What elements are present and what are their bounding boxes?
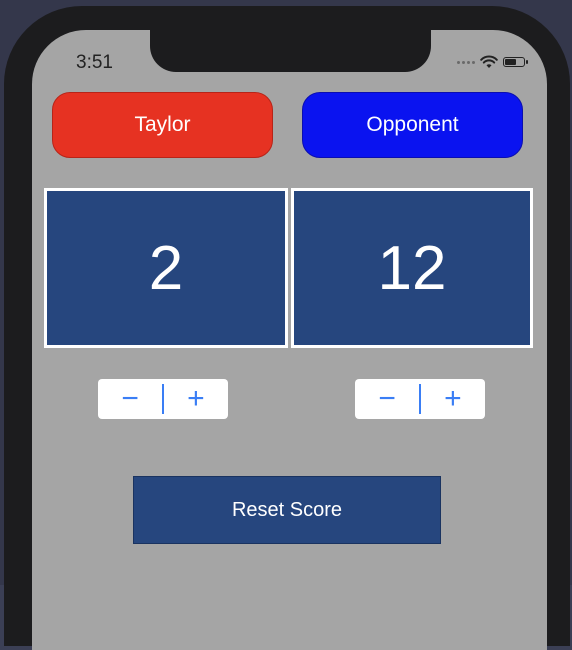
right-increment-button[interactable]: + xyxy=(421,379,485,419)
battery-level xyxy=(505,59,516,65)
score-left: 2 xyxy=(44,188,288,348)
signal-dots-icon xyxy=(457,60,475,64)
status-icons xyxy=(457,54,528,70)
player-right-button[interactable]: Opponent xyxy=(302,92,523,158)
wifi-icon xyxy=(480,55,498,68)
score-right: 12 xyxy=(291,188,533,348)
score-left-value: 2 xyxy=(148,233,184,303)
reset-score-button[interactable]: Reset Score xyxy=(133,476,441,544)
battery-icon xyxy=(503,57,528,67)
status-time: 3:51 xyxy=(76,52,113,73)
notch xyxy=(150,30,431,72)
right-decrement-button[interactable]: − xyxy=(355,379,419,419)
left-increment-button[interactable]: + xyxy=(164,379,228,419)
score-right-value: 12 xyxy=(377,233,447,303)
left-score-stepper: − + xyxy=(98,379,228,419)
left-decrement-button[interactable]: − xyxy=(98,379,162,419)
app-screen: 3:51 Taylor Opponent 2 12 − + − + Reset … xyxy=(32,30,547,650)
phone-frame: 3:51 Taylor Opponent 2 12 − + − + Reset … xyxy=(4,6,570,650)
player-left-button[interactable]: Taylor xyxy=(52,92,273,158)
right-score-stepper: − + xyxy=(355,379,485,419)
